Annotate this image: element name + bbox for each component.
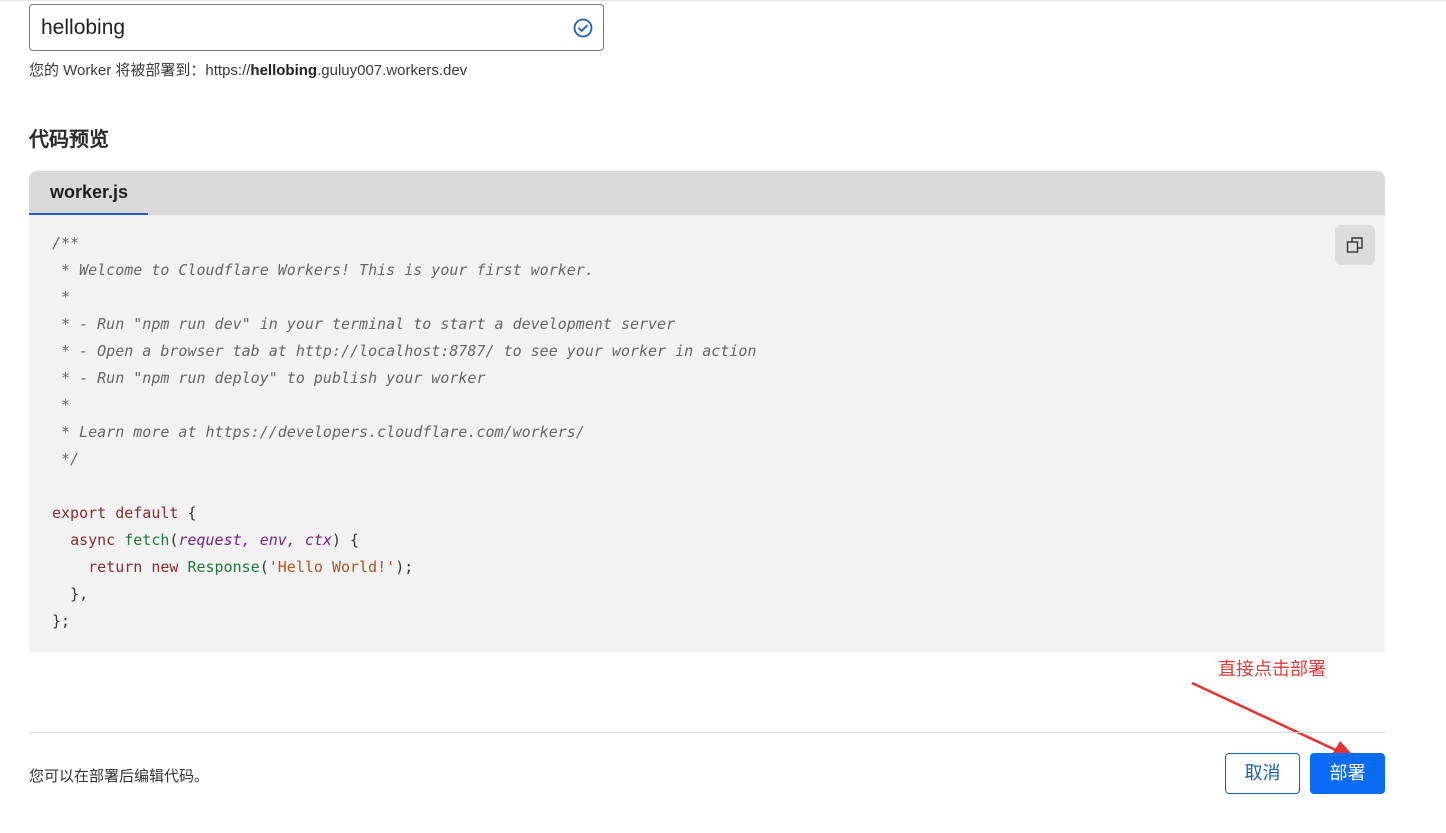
deploy-url-name: hellobing bbox=[250, 62, 318, 79]
cancel-button[interactable]: 取消 bbox=[1225, 753, 1300, 794]
code-line: * bbox=[52, 396, 71, 414]
code-line: * - Open a browser tab at http://localho… bbox=[52, 342, 757, 360]
code-line: /** bbox=[52, 234, 80, 252]
code-keyword: return new bbox=[88, 558, 179, 576]
code-line: * - Run "npm run dev" in your terminal t… bbox=[52, 315, 676, 333]
code-text: ) { bbox=[331, 531, 360, 549]
code-text: { bbox=[178, 504, 197, 522]
code-block: /** * Welcome to Cloudflare Workers! Thi… bbox=[52, 230, 756, 635]
check-circle-icon bbox=[573, 18, 593, 38]
copy-button[interactable] bbox=[1335, 225, 1375, 265]
code-function: fetch bbox=[124, 531, 170, 549]
worker-name-input[interactable] bbox=[30, 5, 570, 50]
code-function: Response bbox=[187, 558, 260, 576]
code-line: */ bbox=[52, 450, 80, 468]
footer-note: 您可以在部署后编辑代码。 bbox=[29, 768, 210, 785]
code-preview-panel: worker.js /** * Welcome to Cloudflare Wo… bbox=[29, 171, 1385, 652]
code-line: }; bbox=[52, 612, 71, 630]
deploy-url-hint: 您的 Worker 将被部署到：https://hellobing.guluy0… bbox=[29, 59, 467, 80]
code-line: * Welcome to Cloudflare Workers! This is… bbox=[52, 261, 594, 279]
code-text: ( bbox=[259, 558, 269, 576]
top-divider bbox=[0, 0, 1446, 3]
deploy-url-suffix: .guluy007.workers.dev bbox=[317, 62, 468, 79]
code-line: * - Run "npm run deploy" to publish your… bbox=[52, 369, 486, 387]
deploy-button[interactable]: 部署 bbox=[1310, 753, 1385, 794]
code-line: * Learn more at https://developers.cloud… bbox=[52, 423, 585, 441]
code-text: ); bbox=[395, 558, 414, 576]
code-string: 'Hello World!' bbox=[268, 558, 396, 576]
code-keyword: export default bbox=[52, 504, 179, 522]
copy-icon bbox=[1346, 237, 1363, 253]
code-line: }, bbox=[70, 585, 89, 603]
footer-divider bbox=[29, 732, 1385, 733]
code-params: request, env, ctx bbox=[178, 531, 332, 549]
code-tab-bar: worker.js bbox=[29, 171, 1385, 215]
code-line: * bbox=[52, 288, 71, 306]
tab-worker-js[interactable]: worker.js bbox=[29, 171, 148, 215]
code-keyword: async bbox=[70, 531, 116, 549]
deploy-url-prefix: 您的 Worker 将被部署到：https:// bbox=[29, 62, 251, 79]
section-title: 代码预览 bbox=[29, 129, 109, 151]
worker-name-field[interactable] bbox=[29, 4, 604, 51]
